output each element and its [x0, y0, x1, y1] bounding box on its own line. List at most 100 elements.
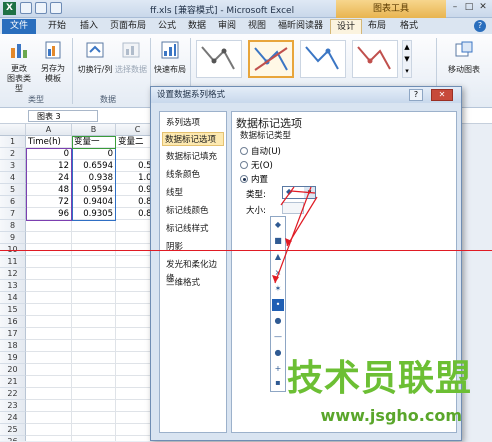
row-header[interactable]: 26	[0, 436, 26, 441]
row-header[interactable]: 25	[0, 424, 26, 436]
save-as-template-button[interactable]: 另存为 模板	[38, 40, 68, 84]
cell[interactable]	[72, 352, 116, 364]
cell[interactable]	[72, 364, 116, 376]
cell[interactable]	[26, 328, 72, 340]
undo-icon[interactable]	[35, 2, 47, 14]
tab-view[interactable]: 视图	[242, 19, 272, 34]
cell[interactable]	[26, 268, 72, 280]
cell[interactable]	[26, 232, 72, 244]
cell[interactable]	[72, 436, 116, 441]
cell[interactable]	[72, 232, 116, 244]
template-icon	[45, 41, 61, 59]
row-header[interactable]: 19	[0, 352, 26, 364]
cell[interactable]	[72, 304, 116, 316]
row-header[interactable]: 2	[0, 148, 26, 160]
cell[interactable]	[26, 340, 72, 352]
switch-row-column-button[interactable]: 切换行/列	[76, 40, 114, 75]
cell[interactable]	[26, 436, 72, 441]
cell[interactable]	[26, 304, 72, 316]
row-header[interactable]: 23	[0, 400, 26, 412]
cell[interactable]	[26, 292, 72, 304]
row-header[interactable]: 24	[0, 412, 26, 424]
styles-scroll-arrows[interactable]: ▲ ▼ ▾	[402, 40, 412, 78]
cell[interactable]	[26, 388, 72, 400]
row-header[interactable]: 8	[0, 220, 26, 232]
cell[interactable]	[26, 424, 72, 436]
cell[interactable]	[26, 256, 72, 268]
row-header[interactable]: 14	[0, 292, 26, 304]
redo-icon[interactable]	[50, 2, 62, 14]
cell[interactable]	[72, 280, 116, 292]
row-header[interactable]: 4	[0, 172, 26, 184]
row-header[interactable]: 12	[0, 268, 26, 280]
chart-style-2[interactable]	[248, 40, 294, 78]
help-icon[interactable]: ?	[474, 20, 486, 32]
row-header[interactable]: 18	[0, 340, 26, 352]
maximize-button[interactable]: □	[462, 1, 476, 15]
select-all-corner[interactable]	[0, 124, 26, 136]
row-header[interactable]: 16	[0, 316, 26, 328]
cell[interactable]	[26, 280, 72, 292]
cell[interactable]	[72, 316, 116, 328]
spreadsheet-grid[interactable]: A B C 1Time(h)变量一变量二20003120.65940.56424…	[0, 124, 160, 441]
tab-foxit-reader[interactable]: 福昕阅读器	[272, 19, 329, 34]
row-header[interactable]: 7	[0, 208, 26, 220]
cell[interactable]	[72, 328, 116, 340]
row-header[interactable]: 21	[0, 376, 26, 388]
row-header[interactable]: 5	[0, 184, 26, 196]
tab-layout[interactable]: 布局	[362, 19, 392, 34]
cell[interactable]	[72, 400, 116, 412]
row-header[interactable]: 13	[0, 280, 26, 292]
column-header-b[interactable]: B	[72, 124, 116, 136]
save-icon[interactable]	[20, 2, 32, 14]
tab-format[interactable]: 格式	[394, 19, 424, 34]
move-chart-button[interactable]: 移动图表	[440, 40, 488, 75]
row-header[interactable]: 17	[0, 328, 26, 340]
cell[interactable]	[72, 292, 116, 304]
row-header[interactable]: 22	[0, 388, 26, 400]
select-data-button[interactable]: 选择数据	[114, 40, 148, 75]
chart-style-3[interactable]	[300, 40, 346, 78]
series-x-range-highlight	[26, 148, 72, 221]
cell[interactable]	[72, 340, 116, 352]
cell[interactable]	[72, 424, 116, 436]
cell[interactable]	[72, 220, 116, 232]
quick-layout-button[interactable]: 快速布局	[152, 40, 188, 75]
tab-design[interactable]: 设计	[330, 19, 363, 34]
change-chart-type-button[interactable]: 更改 图表类型	[4, 40, 34, 94]
column-header-a[interactable]: A	[26, 124, 72, 136]
row-header[interactable]: 11	[0, 256, 26, 268]
cell[interactable]	[26, 376, 72, 388]
row-header[interactable]: 9	[0, 232, 26, 244]
minimize-button[interactable]: –	[448, 1, 462, 15]
tab-home[interactable]: 开始	[42, 19, 72, 34]
row-header[interactable]: 6	[0, 196, 26, 208]
cell[interactable]	[72, 388, 116, 400]
cell[interactable]	[72, 256, 116, 268]
cell[interactable]: Time(h)	[26, 136, 72, 148]
cell[interactable]	[72, 376, 116, 388]
name-box[interactable]: 图表 3	[28, 110, 98, 122]
chart-style-1[interactable]	[196, 40, 242, 78]
tab-data[interactable]: 数据	[182, 19, 212, 34]
cell[interactable]	[26, 220, 72, 232]
tab-review[interactable]: 审阅	[212, 19, 242, 34]
tab-page-layout[interactable]: 页面布局	[104, 19, 152, 34]
excel-app-icon[interactable]: X	[3, 2, 16, 15]
cell[interactable]	[26, 400, 72, 412]
cell[interactable]	[72, 268, 116, 280]
tab-insert[interactable]: 插入	[74, 19, 104, 34]
cell[interactable]	[26, 412, 72, 424]
cell[interactable]	[72, 412, 116, 424]
tab-file[interactable]: 文件	[2, 19, 36, 34]
close-window-button[interactable]: ✕	[476, 1, 490, 15]
row-header[interactable]: 15	[0, 304, 26, 316]
chart-style-4[interactable]	[352, 40, 398, 78]
cell[interactable]	[26, 352, 72, 364]
tab-formulas[interactable]: 公式	[152, 19, 182, 34]
row-header[interactable]: 1	[0, 136, 26, 148]
row-header[interactable]: 3	[0, 160, 26, 172]
cell[interactable]	[26, 364, 72, 376]
row-header[interactable]: 20	[0, 364, 26, 376]
cell[interactable]	[26, 316, 72, 328]
